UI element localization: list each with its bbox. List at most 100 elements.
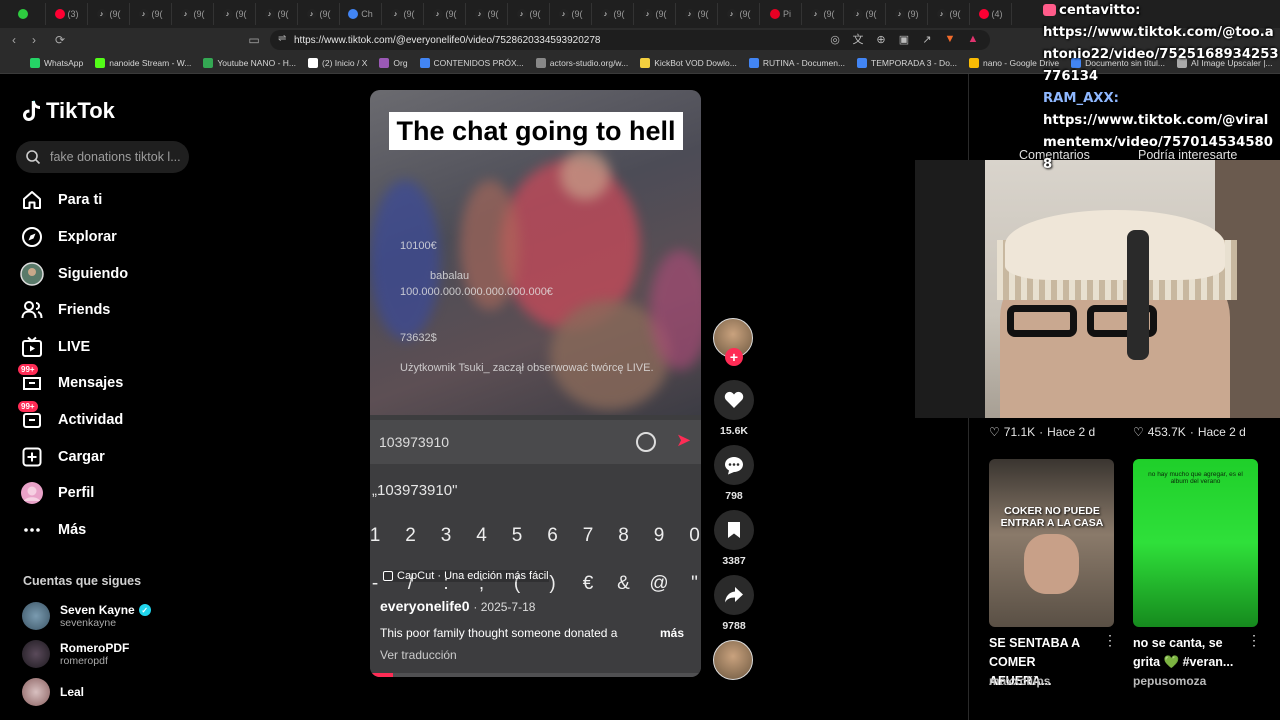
back-icon[interactable]: ‹	[4, 30, 24, 50]
x-favicon-icon	[18, 9, 28, 19]
bookmark-item[interactable]: Org	[379, 57, 408, 68]
browser-tab[interactable]: ♪ (9(	[508, 3, 550, 25]
browser-tab[interactable]: ♪ (9(	[592, 3, 634, 25]
forward-icon[interactable]: ›	[24, 30, 44, 50]
tab-label: Ch	[361, 9, 373, 19]
bookmark-icon[interactable]: ▭	[244, 30, 264, 50]
sidebar-item-m-s[interactable]: Más	[20, 515, 190, 545]
bookmark-item[interactable]: Youtube NANO - H...	[203, 57, 297, 68]
tiktok-logo[interactable]: TikTok	[22, 98, 115, 124]
sidebar-item-live[interactable]: LIVE	[20, 332, 190, 362]
heart-outline-icon: ♡	[1133, 425, 1144, 439]
bookmark-item[interactable]: CONTENIDOS PRÓX...	[419, 57, 524, 68]
card-1-more-icon[interactable]: ⋮	[1103, 632, 1117, 649]
sidebar-item-para-ti[interactable]: Para ti	[20, 185, 190, 215]
card-1-user[interactable]: maxxcliips	[989, 674, 1050, 688]
screen-icon[interactable]: ▣	[897, 32, 911, 46]
bookmark-item[interactable]: RUTINA - Documen...	[748, 57, 846, 68]
bookmark-favicon-icon	[748, 57, 759, 68]
reload-icon[interactable]: ⟳	[50, 30, 70, 50]
browser-tab[interactable]: (3)	[46, 3, 88, 25]
bookmark-item[interactable]: KickBot VOD Dowlo...	[640, 57, 737, 68]
sidebar-item-friends[interactable]: Friends	[20, 295, 190, 325]
chat-message-1: https://www.tiktok.com/@too.antonio22/vi…	[1043, 25, 1279, 84]
browser-tab[interactable]: ♪ (9(	[424, 3, 466, 25]
account-item-sevenkayne[interactable]: Seven Kayne ✓ sevenkayne	[22, 602, 151, 630]
browser-tab[interactable]	[4, 3, 46, 25]
tab-label: (9(	[571, 9, 583, 19]
search-input[interactable]: fake donations tiktok l...	[16, 141, 189, 173]
browser-tab[interactable]: ♪ (9(	[550, 3, 592, 25]
bookmark-item[interactable]: (2) Inicio / X	[308, 57, 367, 68]
bookmark-label: Youtube NANO - H...	[217, 57, 297, 68]
capcut-label[interactable]: CapCut · Una edición más fácil	[383, 570, 549, 582]
translate-link[interactable]: Ver traducción	[380, 648, 457, 662]
browser-tab[interactable]: Ch	[340, 3, 382, 25]
browser-tab[interactable]: ♪ (9(	[214, 3, 256, 25]
brave-shield-icon[interactable]: ▼	[943, 32, 957, 46]
bookmark-item[interactable]: TEMPORADA 3 - Do...	[857, 57, 957, 68]
music-disc-avatar[interactable]	[713, 640, 753, 680]
card-2-more-icon[interactable]: ⋮	[1247, 632, 1261, 649]
sidebar-item-perfil[interactable]: Perfil	[20, 478, 190, 508]
save-button[interactable]: 3387	[714, 510, 754, 567]
overlay-donation-3: 100.000.000.000.000.000.000€	[400, 286, 553, 298]
video-author[interactable]: everyonelife0 · 2025-7-18	[380, 598, 535, 614]
tiktok-favicon-icon: ♪	[600, 9, 611, 19]
sidebar-item-siguiendo[interactable]: Siguiendo	[20, 259, 190, 289]
browser-tab[interactable]: ♪ (9(	[466, 3, 508, 25]
recommended-video-card-2[interactable]: no hay mucho que agregar, es el album de…	[1133, 459, 1258, 627]
zoom-icon[interactable]: ⊕	[874, 32, 888, 46]
browser-tab[interactable]: ♪ (9(	[634, 3, 676, 25]
browser-tab[interactable]: ♪ (9(	[382, 3, 424, 25]
share-icon[interactable]: ↗	[920, 32, 934, 46]
like-count: 15.6K	[719, 425, 749, 437]
card-1-when: Hace 2 d	[1047, 425, 1096, 439]
translate-icon[interactable]: 文	[851, 32, 865, 46]
bookmark-item[interactable]: nanoide Stream - W...	[95, 57, 191, 68]
sidebar-item-cargar[interactable]: Cargar	[20, 442, 190, 472]
card-2-title[interactable]: no se canta, se grita 💚 #veran...	[1133, 634, 1243, 672]
video-progress-bar[interactable]	[370, 673, 701, 677]
phone-key: 6	[547, 525, 558, 546]
tab-label: (9(	[487, 9, 499, 19]
bookmark-favicon-icon	[95, 57, 106, 68]
browser-tab[interactable]: ♪ (9(	[172, 3, 214, 25]
browser-tab[interactable]: ♪ (9(	[676, 3, 718, 25]
account-item-leal[interactable]: Leal	[22, 678, 84, 706]
sidebar-item-label: Friends	[58, 302, 111, 318]
follow-plus-icon[interactable]: +	[725, 348, 743, 366]
like-button[interactable]: 15.6K	[714, 380, 754, 437]
bookmark-label: RUTINA - Documen...	[762, 57, 846, 68]
bookmark-item[interactable]: WhatsApp	[30, 57, 83, 68]
more-button[interactable]: más	[660, 626, 684, 640]
sidebar-item-mensajes[interactable]: 99+ Mensajes	[18, 364, 190, 398]
browser-tab[interactable]: Pi	[760, 3, 802, 25]
video-player[interactable]: The chat going to hell 10100€ babalau 10…	[370, 90, 701, 677]
tiktok-favicon-icon: ♪	[642, 9, 653, 19]
card-2-user[interactable]: pepusomoza	[1133, 674, 1206, 688]
comment-button[interactable]: 798	[714, 445, 754, 502]
browser-tab[interactable]: ♪ (9(	[928, 3, 970, 25]
browser-tab[interactable]: ♪ (9(	[802, 3, 844, 25]
browser-tab[interactable]: (4)	[970, 3, 1012, 25]
browser-tab[interactable]: ♪ (9(	[718, 3, 760, 25]
bookmark-item[interactable]: actors-studio.org/w...	[535, 57, 628, 68]
browser-tab[interactable]: ♪ (9(	[298, 3, 340, 25]
share-button[interactable]: 9788	[714, 575, 754, 632]
browser-tab[interactable]: ♪ (9(	[844, 3, 886, 25]
browser-tab[interactable]: ♪ (9(	[256, 3, 298, 25]
sidebar-item-actividad[interactable]: 99+ Actividad	[18, 401, 190, 435]
sidebar-item-explorar[interactable]: Explorar	[20, 222, 190, 252]
browser-tab[interactable]: ♪ (9(	[130, 3, 172, 25]
browser-tab[interactable]: ♪ (9)	[886, 3, 928, 25]
notification-badge: 99+	[18, 364, 38, 375]
compass-icon	[20, 225, 44, 249]
recommended-video-card-1[interactable]: COKER NO PUEDE ENTRAR A LA CASA	[989, 459, 1114, 627]
account-item-romeropdf[interactable]: RomeroPDF romeropdf	[22, 640, 129, 668]
browser-tab[interactable]: ♪ (9(	[88, 3, 130, 25]
eye-off-icon[interactable]: ◎	[828, 32, 842, 46]
site-info-icon[interactable]: ⇌	[278, 33, 286, 44]
bookmark-favicon-icon	[969, 57, 980, 68]
rewards-icon[interactable]: ▲	[966, 32, 980, 46]
